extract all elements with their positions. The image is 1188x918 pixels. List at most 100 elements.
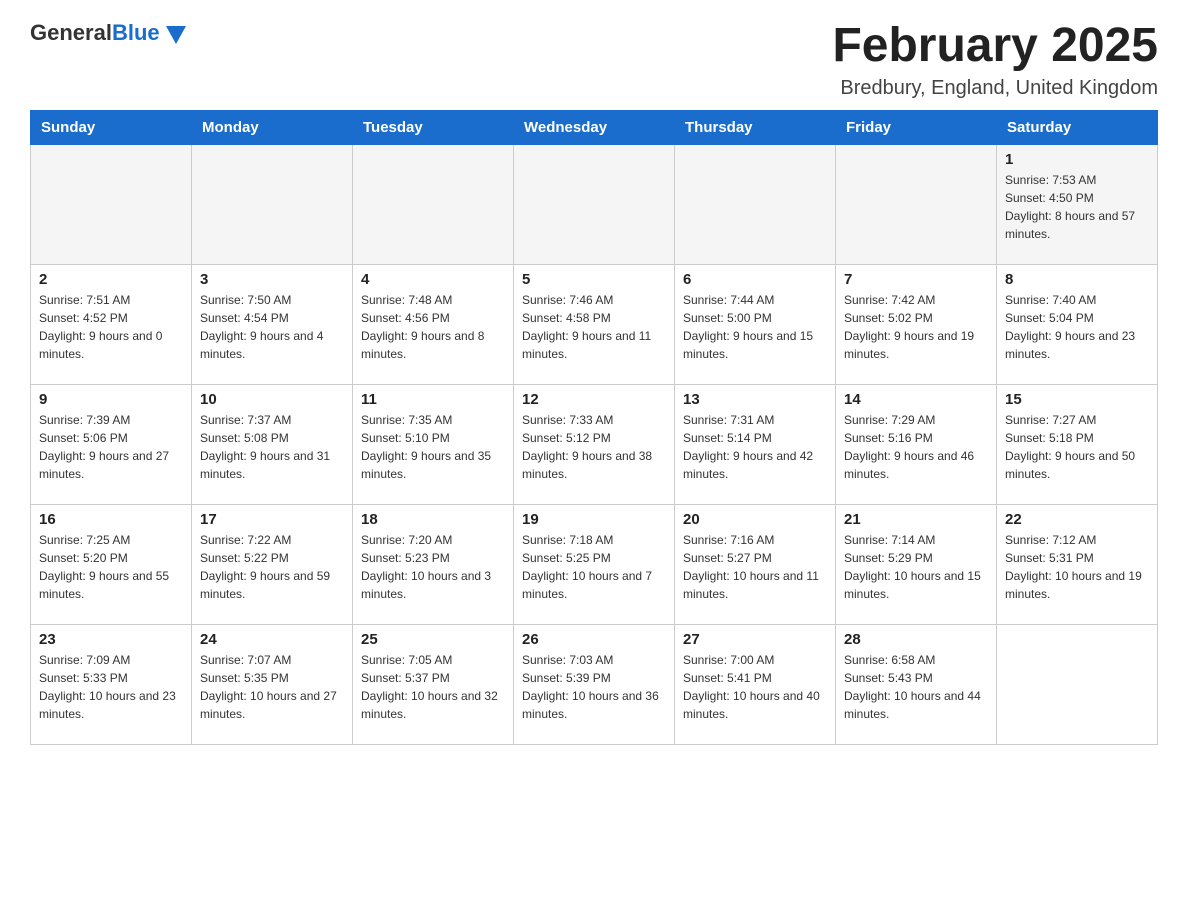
day-number: 17	[200, 511, 344, 528]
col-wednesday: Wednesday	[514, 110, 675, 144]
calendar-day-cell: 2 Sunrise: 7:51 AM Sunset: 4:52 PM Daylig…	[31, 264, 192, 384]
calendar-week-row: 2 Sunrise: 7:51 AM Sunset: 4:52 PM Daylig…	[31, 264, 1158, 384]
calendar-week-row: 16 Sunrise: 7:25 AM Sunset: 5:20 PM Dayli…	[31, 504, 1158, 624]
day-number: 1	[1005, 151, 1149, 168]
day-info: Sunrise: 7:03 AM Sunset: 5:39 PM Dayligh…	[522, 651, 666, 723]
day-info: Sunrise: 7:16 AM Sunset: 5:27 PM Dayligh…	[683, 531, 827, 603]
calendar-day-cell	[31, 144, 192, 264]
location-subtitle: Bredbury, England, United Kingdom	[832, 77, 1158, 100]
calendar-day-cell	[353, 144, 514, 264]
calendar-day-cell	[997, 624, 1158, 744]
calendar-day-cell: 25 Sunrise: 7:05 AM Sunset: 5:37 PM Dayli…	[353, 624, 514, 744]
day-info: Sunrise: 7:50 AM Sunset: 4:54 PM Dayligh…	[200, 291, 344, 363]
calendar-header-row: Sunday Monday Tuesday Wednesday Thursday…	[31, 110, 1158, 144]
calendar-day-cell: 19 Sunrise: 7:18 AM Sunset: 5:25 PM Dayli…	[514, 504, 675, 624]
calendar-day-cell: 5Sunrise: 7:46 AM Sunset: 4:58 PM Daylig…	[514, 264, 675, 384]
day-number: 3	[200, 271, 344, 288]
calendar-day-cell: 14 Sunrise: 7:29 AM Sunset: 5:16 PM Dayli…	[836, 384, 997, 504]
calendar-day-cell: 1 Sunrise: 7:53 AM Sunset: 4:50 PM Daylig…	[997, 144, 1158, 264]
logo-blue-text: Blue	[112, 20, 160, 45]
day-number: 15	[1005, 391, 1149, 408]
day-info: Sunrise: 7:05 AM Sunset: 5:37 PM Dayligh…	[361, 651, 505, 723]
day-info: Sunrise: 7:42 AM Sunset: 5:02 PM Dayligh…	[844, 291, 988, 363]
title-block: February 2025 Bredbury, England, United …	[832, 20, 1158, 100]
col-tuesday: Tuesday	[353, 110, 514, 144]
calendar-day-cell: 9 Sunrise: 7:39 AM Sunset: 5:06 PM Daylig…	[31, 384, 192, 504]
day-number: 10	[200, 391, 344, 408]
calendar-day-cell: 18 Sunrise: 7:20 AM Sunset: 5:23 PM Dayli…	[353, 504, 514, 624]
day-number: 7	[844, 271, 988, 288]
calendar-day-cell: 7 Sunrise: 7:42 AM Sunset: 5:02 PM Daylig…	[836, 264, 997, 384]
calendar-day-cell: 28 Sunrise: 6:58 AM Sunset: 5:43 PM Dayli…	[836, 624, 997, 744]
day-info: Sunrise: 7:51 AM Sunset: 4:52 PM Dayligh…	[39, 291, 183, 363]
calendar-day-cell: 17 Sunrise: 7:22 AM Sunset: 5:22 PM Dayli…	[192, 504, 353, 624]
calendar-week-row: 9 Sunrise: 7:39 AM Sunset: 5:06 PM Daylig…	[31, 384, 1158, 504]
day-number: 4	[361, 271, 505, 288]
day-info: Sunrise: 7:39 AM Sunset: 5:06 PM Dayligh…	[39, 411, 183, 483]
day-number: 27	[683, 631, 827, 648]
calendar-day-cell: 22 Sunrise: 7:12 AM Sunset: 5:31 PM Dayli…	[997, 504, 1158, 624]
col-saturday: Saturday	[997, 110, 1158, 144]
day-info: Sunrise: 7:09 AM Sunset: 5:33 PM Dayligh…	[39, 651, 183, 723]
col-thursday: Thursday	[675, 110, 836, 144]
col-sunday: Sunday	[31, 110, 192, 144]
day-info: Sunrise: 7:12 AM Sunset: 5:31 PM Dayligh…	[1005, 531, 1149, 603]
day-info: Sunrise: 7:20 AM Sunset: 5:23 PM Dayligh…	[361, 531, 505, 603]
month-year-title: February 2025	[832, 20, 1158, 73]
calendar-day-cell	[675, 144, 836, 264]
calendar-day-cell: 27 Sunrise: 7:00 AM Sunset: 5:41 PM Dayli…	[675, 624, 836, 744]
day-info: Sunrise: 7:35 AM Sunset: 5:10 PM Dayligh…	[361, 411, 505, 483]
calendar-day-cell: 12Sunrise: 7:33 AM Sunset: 5:12 PM Dayli…	[514, 384, 675, 504]
day-number: 25	[361, 631, 505, 648]
calendar-day-cell: 23 Sunrise: 7:09 AM Sunset: 5:33 PM Dayli…	[31, 624, 192, 744]
calendar-day-cell: 16 Sunrise: 7:25 AM Sunset: 5:20 PM Dayli…	[31, 504, 192, 624]
calendar-day-cell: 15 Sunrise: 7:27 AM Sunset: 5:18 PM Dayli…	[997, 384, 1158, 504]
day-info: Sunrise: 7:27 AM Sunset: 5:18 PM Dayligh…	[1005, 411, 1149, 483]
day-number: 23	[39, 631, 183, 648]
day-number: 24	[200, 631, 344, 648]
day-number: 22	[1005, 511, 1149, 528]
day-info: Sunrise: 6:58 AM Sunset: 5:43 PM Dayligh…	[844, 651, 988, 723]
day-info: Sunrise: 7:37 AM Sunset: 5:08 PM Dayligh…	[200, 411, 344, 483]
calendar-day-cell: 4 Sunrise: 7:48 AM Sunset: 4:56 PM Daylig…	[353, 264, 514, 384]
day-info: Sunrise: 7:44 AM Sunset: 5:00 PM Dayligh…	[683, 291, 827, 363]
day-number: 18	[361, 511, 505, 528]
logo-triangle-icon	[166, 26, 186, 44]
day-info: Sunrise: 7:29 AM Sunset: 5:16 PM Dayligh…	[844, 411, 988, 483]
day-number: 28	[844, 631, 988, 648]
calendar-day-cell	[514, 144, 675, 264]
calendar-day-cell: 10 Sunrise: 7:37 AM Sunset: 5:08 PM Dayli…	[192, 384, 353, 504]
day-info: Sunrise: 7:07 AM Sunset: 5:35 PM Dayligh…	[200, 651, 344, 723]
day-info: Sunrise: 7:00 AM Sunset: 5:41 PM Dayligh…	[683, 651, 827, 723]
calendar-day-cell: 20Sunrise: 7:16 AM Sunset: 5:27 PM Dayli…	[675, 504, 836, 624]
day-number: 26	[522, 631, 666, 648]
day-number: 14	[844, 391, 988, 408]
col-friday: Friday	[836, 110, 997, 144]
day-info: Sunrise: 7:18 AM Sunset: 5:25 PM Dayligh…	[522, 531, 666, 603]
calendar-day-cell	[192, 144, 353, 264]
day-number: 19	[522, 511, 666, 528]
day-number: 16	[39, 511, 183, 528]
day-number: 9	[39, 391, 183, 408]
day-info: Sunrise: 7:40 AM Sunset: 5:04 PM Dayligh…	[1005, 291, 1149, 363]
logo-wordmark: GeneralBlue	[30, 20, 160, 46]
day-number: 5	[522, 271, 666, 288]
logo-general-text: General	[30, 20, 112, 45]
page-header: GeneralBlue February 2025 Bredbury, Engl…	[30, 20, 1158, 100]
day-number: 8	[1005, 271, 1149, 288]
calendar-day-cell: 13 Sunrise: 7:31 AM Sunset: 5:14 PM Dayli…	[675, 384, 836, 504]
day-number: 11	[361, 391, 505, 408]
calendar-day-cell: 26 Sunrise: 7:03 AM Sunset: 5:39 PM Dayli…	[514, 624, 675, 744]
day-info: Sunrise: 7:48 AM Sunset: 4:56 PM Dayligh…	[361, 291, 505, 363]
day-info: Sunrise: 7:22 AM Sunset: 5:22 PM Dayligh…	[200, 531, 344, 603]
day-info: Sunrise: 7:25 AM Sunset: 5:20 PM Dayligh…	[39, 531, 183, 603]
day-number: 2	[39, 271, 183, 288]
day-info: Sunrise: 7:31 AM Sunset: 5:14 PM Dayligh…	[683, 411, 827, 483]
logo: GeneralBlue	[30, 20, 186, 46]
calendar-day-cell: 24 Sunrise: 7:07 AM Sunset: 5:35 PM Dayli…	[192, 624, 353, 744]
day-number: 13	[683, 391, 827, 408]
calendar-day-cell: 8 Sunrise: 7:40 AM Sunset: 5:04 PM Daylig…	[997, 264, 1158, 384]
day-info: Sunrise: 7:53 AM Sunset: 4:50 PM Dayligh…	[1005, 171, 1149, 243]
calendar-day-cell: 6Sunrise: 7:44 AM Sunset: 5:00 PM Daylig…	[675, 264, 836, 384]
calendar-day-cell	[836, 144, 997, 264]
